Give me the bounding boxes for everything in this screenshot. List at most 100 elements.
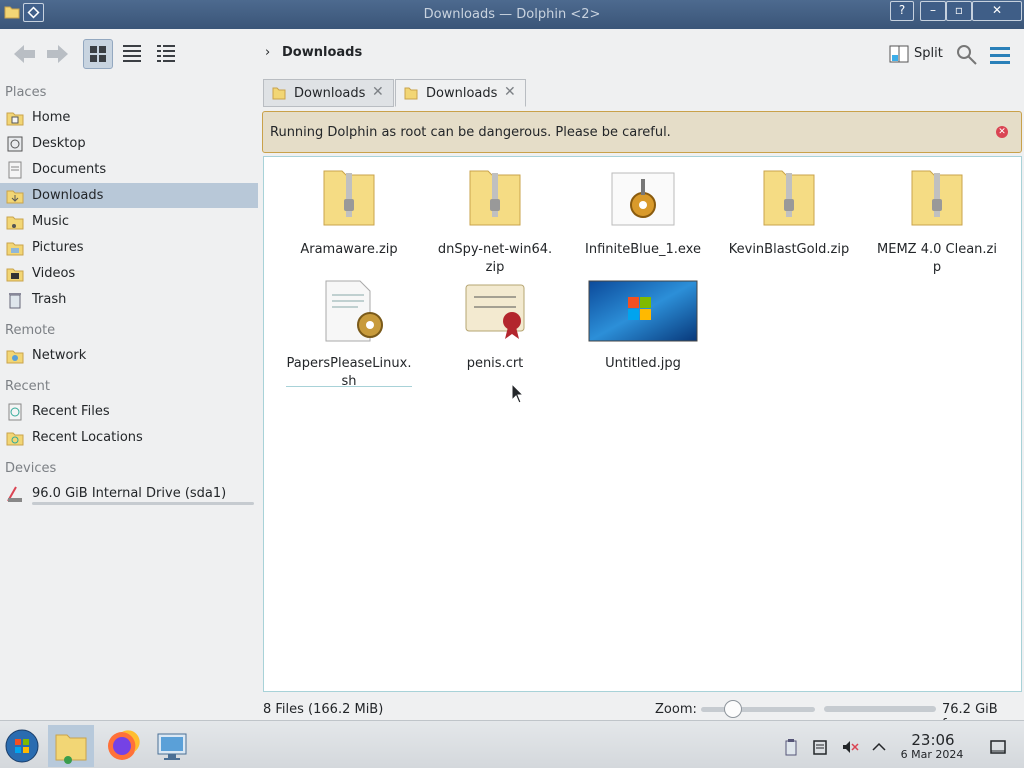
section-devices: Devices	[5, 461, 57, 476]
zoom-slider[interactable]	[701, 707, 815, 712]
chevron-up-icon[interactable]	[870, 738, 888, 756]
clock-time[interactable]: 23:06	[898, 731, 968, 749]
breadcrumb[interactable]: Downloads	[282, 45, 362, 60]
section-recent: Recent	[5, 379, 50, 394]
file-manager-icon	[55, 734, 87, 764]
section-remote: Remote	[5, 323, 56, 338]
tab-downloads-1[interactable]: Downloads ✕	[263, 79, 394, 107]
warning-message: Running Dolphin as root can be dangerous…	[270, 125, 671, 140]
chevron-right-icon: ›	[265, 45, 271, 60]
system-settings-icon	[157, 733, 187, 760]
network-icon	[6, 350, 24, 364]
drive-usage-bar	[32, 502, 254, 505]
details-view-icon	[157, 45, 175, 62]
music-icon	[6, 216, 24, 230]
split-label: Split	[914, 46, 943, 61]
root-warning-banner: Running Dolphin as root can be dangerous…	[262, 111, 1022, 153]
folder-icon	[404, 87, 418, 100]
close-button[interactable]: ✕	[972, 1, 1022, 21]
documents-icon	[8, 161, 22, 179]
forward-arrow-icon[interactable]	[42, 39, 72, 69]
sidebar-item-internal-drive[interactable]: 96.0 GiB Internal Drive (sda1)	[0, 481, 258, 506]
sidebar-item-trash[interactable]: Trash	[0, 287, 258, 312]
start-orb-icon	[5, 729, 39, 763]
file-view[interactable]: Aramaware.zip dnSpy-net-win64. zip Infin…	[263, 156, 1022, 692]
file-item[interactable]: PapersPleaseLinux. sh	[286, 277, 412, 389]
sidebar-item-desktop[interactable]: Desktop	[0, 131, 258, 156]
file-name: Aramaware.zip	[300, 242, 398, 257]
file-item[interactable]: KevinBlastGold.zip	[726, 163, 852, 273]
file-item[interactable]: Aramaware.zip	[286, 163, 412, 273]
taskbar-firefox[interactable]	[100, 725, 144, 767]
file-item[interactable]: dnSpy-net-win64. zip	[432, 163, 558, 275]
certificate-icon	[465, 284, 525, 339]
file-name: dnSpy-net-win64. zip	[437, 242, 553, 275]
section-places: Places	[5, 85, 47, 100]
sidebar-item-downloads[interactable]: Downloads	[0, 183, 258, 208]
taskbar-system-settings[interactable]	[150, 725, 194, 767]
window-title: Downloads — Dolphin <2>	[423, 7, 601, 22]
sidebar-item-recent-files[interactable]: Recent Files	[0, 399, 258, 424]
free-space-bar	[824, 706, 936, 712]
tab-close-icon[interactable]: ✕	[504, 84, 516, 100]
split-view-icon	[889, 45, 909, 63]
exe-gear-icon	[611, 172, 675, 226]
zip-folder-icon	[763, 170, 815, 226]
details-view-button[interactable]	[152, 39, 182, 69]
tab-downloads-2[interactable]: Downloads ✕	[395, 79, 526, 107]
taskbar-dolphin[interactable]	[48, 725, 94, 767]
zip-folder-icon	[911, 170, 963, 226]
hamburger-menu-icon[interactable]	[989, 44, 1011, 66]
zoom-label: Zoom:	[655, 702, 697, 717]
taskbar: 23:06 6 Mar 2024	[0, 720, 1024, 768]
tab-close-icon[interactable]: ✕	[372, 84, 384, 100]
trash-icon	[9, 293, 21, 309]
folder-icon	[272, 87, 286, 100]
search-icon[interactable]	[955, 43, 979, 67]
file-item[interactable]: penis.crt	[432, 277, 558, 387]
sidebar-item-documents[interactable]: Documents	[0, 157, 258, 182]
sidebar-item-music[interactable]: Music	[0, 209, 258, 234]
banner-close-icon[interactable]: ✕	[996, 126, 1008, 138]
file-name: MEMZ 4.0 Clean.zip	[877, 242, 997, 275]
zip-folder-icon	[469, 170, 521, 226]
maximize-button[interactable]: ▫	[946, 1, 972, 21]
icons-view-icon	[90, 46, 106, 62]
compact-view-icon	[123, 45, 141, 62]
pictures-icon	[6, 242, 24, 256]
file-item[interactable]: MEMZ 4.0 Clean.zip	[874, 163, 1000, 275]
file-name: Untitled.jpg	[605, 356, 681, 371]
notes-tray-icon[interactable]	[811, 738, 829, 756]
videos-icon	[6, 268, 24, 282]
icons-view-button[interactable]	[83, 39, 113, 69]
file-name: InfiniteBlue_1.exe	[585, 242, 701, 257]
drive-icon	[7, 486, 22, 502]
sidebar-item-recent-locations[interactable]: Recent Locations	[0, 425, 258, 450]
file-name: penis.crt	[466, 356, 524, 371]
file-item[interactable]: InfiniteBlue_1.exe	[580, 163, 706, 273]
minimize-button[interactable]: –	[920, 1, 946, 21]
back-arrow-icon[interactable]	[10, 39, 40, 69]
sidebar-item-pictures[interactable]: Pictures	[0, 235, 258, 260]
help-button[interactable]: ?	[890, 1, 914, 21]
recent-files-icon	[8, 403, 22, 421]
compact-view-button[interactable]	[118, 39, 148, 69]
file-item[interactable]: Untitled.jpg	[580, 277, 706, 387]
toolbar: › Downloads Split	[0, 29, 1024, 77]
start-menu-button[interactable]	[0, 725, 44, 767]
clipboard-tray-icon[interactable]	[782, 738, 800, 756]
downloads-icon	[6, 190, 24, 204]
volume-muted-icon[interactable]	[841, 738, 859, 756]
zoom-slider-handle[interactable]	[724, 700, 742, 718]
sidebar-item-home[interactable]: Home	[0, 105, 258, 130]
mouse-cursor-icon	[511, 383, 525, 404]
title-bar: Downloads — Dolphin <2> ? – ▫ ✕	[0, 0, 1024, 29]
recent-locations-icon	[6, 432, 24, 446]
status-bar: 8 Files (166.2 MiB) Zoom: 76.2 GiB free	[0, 695, 1024, 732]
show-desktop-icon[interactable]	[989, 738, 1007, 756]
clock-date[interactable]: 6 Mar 2024	[890, 748, 974, 761]
sidebar-item-network[interactable]: Network	[0, 343, 258, 368]
desktop-icon	[7, 136, 23, 152]
sidebar-item-videos[interactable]: Videos	[0, 261, 258, 286]
home-icon	[6, 112, 24, 126]
